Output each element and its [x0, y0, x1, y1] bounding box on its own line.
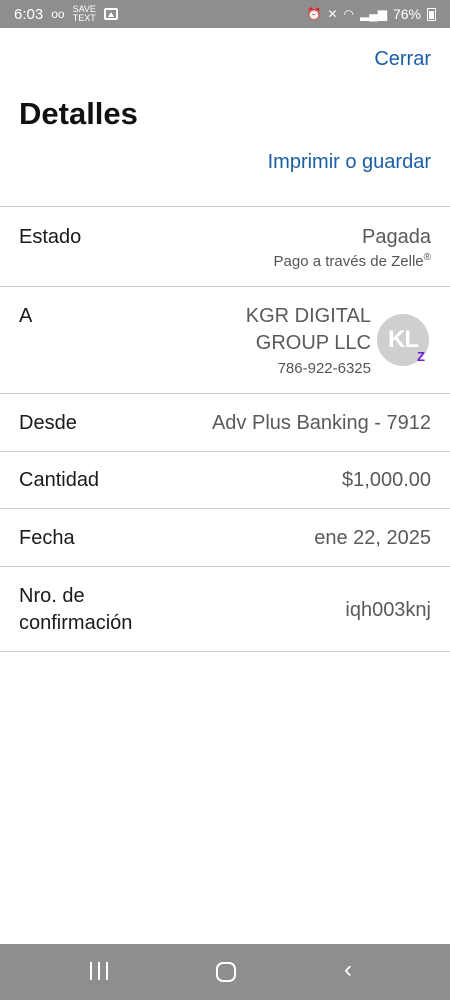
divider: [0, 566, 450, 567]
zelle-icon: Z: [417, 348, 425, 364]
recipient-label: A: [19, 305, 33, 327]
image-icon: [103, 8, 118, 20]
divider: [0, 206, 450, 207]
back-button[interactable]: ‹: [344, 958, 352, 982]
confirmation-label: Nro. de confirmación: [19, 585, 133, 634]
mute-icon: ✕: [327, 7, 338, 21]
wifi-icon: ◠: [343, 7, 354, 21]
recent-apps-button[interactable]: [90, 962, 108, 980]
page-title: Detalles: [19, 96, 138, 131]
navigation-bar: ‹: [0, 944, 450, 1000]
divider: [0, 508, 450, 509]
divider: [0, 651, 450, 652]
amount-label: Cantidad: [19, 469, 100, 491]
clock: 6:03: [14, 5, 44, 23]
status-label: Estado: [19, 226, 82, 248]
confirmation-number: iqh003knj: [345, 599, 431, 621]
signal-icon: ▂▄▆: [360, 7, 387, 21]
from-label: Desde: [19, 412, 77, 434]
from-account: Adv Plus Banking - 7912: [211, 412, 431, 434]
divider: [0, 286, 450, 287]
divider: [0, 393, 450, 394]
notification-text-icon: SAVE TEXT: [72, 4, 96, 23]
payment-method-note: Pago a través de Zelle®: [273, 252, 431, 270]
date-value: ene 22, 2025: [314, 527, 431, 549]
amount-value: $1,000.00: [342, 469, 431, 491]
recipient-name: KGR DIGITAL GROUP LLC: [245, 305, 371, 354]
print-or-save-link[interactable]: Imprimir o guardar: [268, 151, 431, 174]
voicemail-icon: oo: [51, 7, 65, 21]
alarm-icon: ⏰: [306, 7, 322, 21]
date-label: Fecha: [19, 527, 75, 549]
recipient-phone: 786-922-6325: [277, 360, 371, 377]
battery-icon: [427, 7, 436, 21]
status-bar: 6:03 oo SAVE TEXT ⏰ ✕ ◠ ▂▄▆ 76%: [0, 0, 450, 28]
home-button[interactable]: [216, 962, 236, 982]
divider: [0, 451, 450, 452]
close-button[interactable]: Cerrar: [374, 48, 431, 71]
battery-percent: 76%: [392, 6, 421, 22]
status-value: Pagada: [362, 226, 431, 248]
